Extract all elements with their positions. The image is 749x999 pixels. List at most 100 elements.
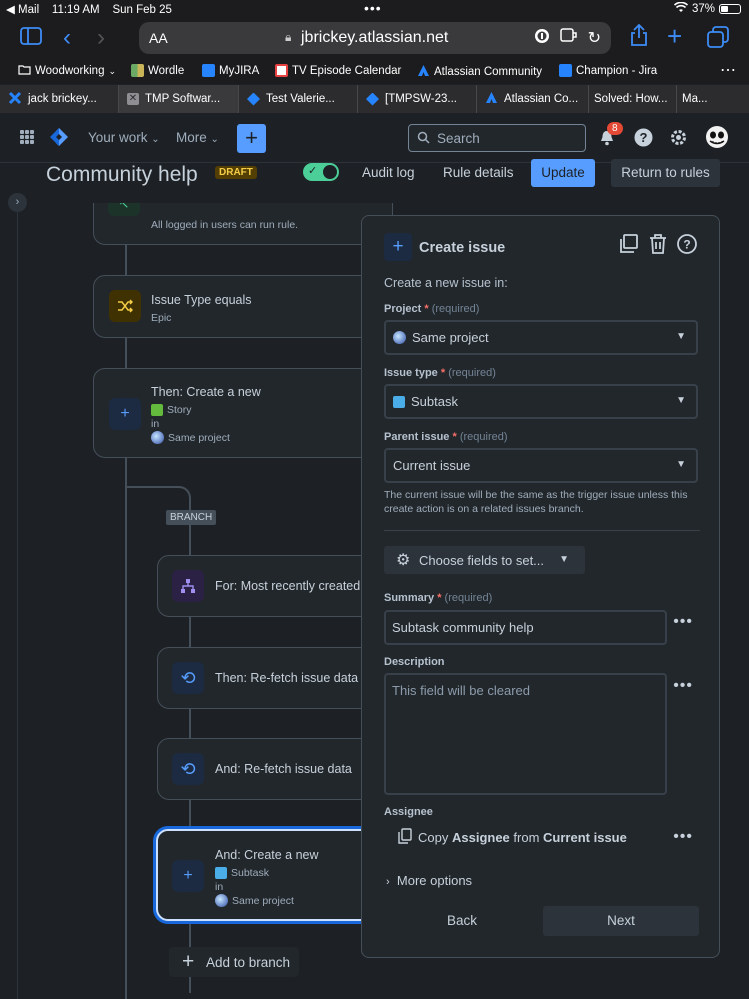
update-button[interactable]: Update	[531, 159, 595, 187]
tab-label: TMP Softwar...	[145, 93, 221, 105]
status-right: 37%	[673, 1, 741, 16]
condition-sub: Epic	[151, 312, 172, 324]
chevron-down-icon: ⌄	[151, 134, 160, 145]
bookmark-atlassian-community[interactable]: Atlassian Community	[417, 64, 542, 80]
bookmark-label: TV Episode Calendar	[292, 64, 402, 77]
settings-gear-icon[interactable]	[669, 128, 688, 152]
tab-ma[interactable]: Ma...	[677, 85, 749, 113]
search-input[interactable]: Search	[408, 124, 586, 152]
back-to-mail[interactable]: ◀ Mail	[6, 4, 39, 16]
tab-atlassian-community[interactable]: Atlassian Co...	[477, 85, 589, 113]
parent-issue-select[interactable]: Current issue ▼	[384, 448, 698, 483]
nav-more[interactable]: More ⌄	[176, 130, 219, 145]
tab-jack-brickey[interactable]: jack brickey...	[0, 85, 119, 113]
copy-word: Copy	[418, 830, 449, 845]
project-value-text: Same project	[412, 330, 489, 345]
rule-details-link[interactable]: Rule details	[443, 165, 514, 180]
tab-overview-icon[interactable]	[707, 26, 729, 54]
password-manager-icon[interactable]	[534, 28, 550, 49]
next-button[interactable]: Next	[543, 906, 699, 936]
bookmarks-more-icon[interactable]: ⋯	[720, 60, 736, 80]
avatar[interactable]	[705, 125, 729, 154]
rule-enabled-toggle[interactable]: ✓	[303, 163, 339, 181]
back-button[interactable]: Back	[384, 906, 540, 936]
atlassian-icon	[485, 91, 498, 107]
safari-toolbar: ‹ › AA 🔒︎ jbrickey.atlassian.net ↻ +	[0, 18, 749, 60]
folder-icon	[18, 64, 31, 78]
trigger-card[interactable]: ↖ All logged in users can run rule.	[93, 203, 393, 245]
new-tab-icon[interactable]: +	[667, 21, 682, 52]
extension-icon[interactable]	[559, 28, 578, 49]
create-button[interactable]: +	[237, 124, 266, 153]
app-switcher-icon[interactable]	[20, 130, 34, 144]
page-title: Community help	[46, 163, 198, 186]
project-label: Project * (required)	[384, 303, 480, 315]
add-to-branch-label: Add to branch	[206, 955, 291, 970]
assignee-copy-row[interactable]: Copy Assignee from Current issue	[398, 828, 627, 847]
bookmark-woodworking[interactable]: Woodworking ⌄	[18, 64, 116, 78]
svg-text:?: ?	[640, 130, 648, 145]
create-subtask-card[interactable]: + And: Create a new Subtask in Same proj…	[156, 829, 393, 921]
jira-logo-icon[interactable]	[49, 127, 69, 147]
expand-sidebar-chevron-icon[interactable]: ›	[8, 193, 27, 212]
summary-input[interactable]: Subtask community help	[384, 610, 667, 645]
nav-your-work[interactable]: Your work ⌄	[88, 130, 160, 145]
draft-badge: DRAFT	[215, 166, 257, 179]
refetch-card-2[interactable]: ⟲ And: Re-fetch issue data	[157, 738, 393, 800]
audit-log-link[interactable]: Audit log	[362, 165, 415, 180]
multitask-dots-icon[interactable]: •••	[364, 0, 382, 16]
close-icon[interactable]: ✕	[127, 93, 139, 105]
choose-fields-button[interactable]: ⚙ Choose fields to set... ▼	[384, 546, 585, 574]
issue-type-select[interactable]: Subtask ▼	[384, 384, 698, 419]
bookmark-myjira[interactable]: MyJIRA	[202, 64, 259, 77]
subtask-type-label: Subtask	[231, 867, 269, 879]
tab-tmpsw[interactable]: [TMPSW-23...	[358, 85, 477, 113]
project-select[interactable]: Same project ▼	[384, 320, 698, 355]
create-story-card[interactable]: + Then: Create a new Story in Same proje…	[93, 368, 393, 458]
plus-icon: +	[172, 860, 204, 892]
sidebar-toggle-icon[interactable]	[20, 27, 42, 51]
summary-value: Subtask community help	[392, 620, 534, 635]
tab-tmp-software[interactable]: ✕ TMP Softwar...	[119, 85, 239, 113]
return-to-rules-button[interactable]: Return to rules	[611, 159, 720, 187]
lock-icon: 🔒︎	[285, 30, 292, 44]
add-to-branch-button[interactable]: + Add to branch	[169, 947, 299, 977]
branch-for-card[interactable]: For: Most recently created	[157, 555, 393, 617]
description-more-icon[interactable]: •••	[673, 677, 693, 695]
more-options-toggle[interactable]: › More options	[386, 873, 472, 888]
branch-for-title: For: Most recently created	[215, 579, 361, 593]
duplicate-icon[interactable]	[619, 234, 639, 259]
search-placeholder: Search	[437, 131, 480, 146]
action-type-label: Story	[167, 404, 192, 416]
assignee-more-icon[interactable]: •••	[673, 828, 693, 846]
refetch-card-1[interactable]: ⟲ Then: Re-fetch issue data	[157, 647, 393, 709]
tab-test-valerie[interactable]: Test Valerie...	[239, 85, 358, 113]
forward-nav-icon[interactable]: ›	[97, 24, 105, 52]
help-icon[interactable]: ?	[677, 234, 697, 259]
chevron-down-icon: ▼	[676, 331, 686, 342]
required-text: (required)	[431, 303, 480, 315]
plus-icon: +	[384, 233, 412, 261]
condition-card[interactable]: Issue Type equals Epic	[93, 275, 393, 338]
jira-icon	[366, 92, 379, 106]
bookmark-label: MyJIRA	[219, 64, 260, 77]
svg-text:?: ?	[683, 238, 690, 252]
required-text: (required)	[459, 431, 508, 443]
bookmark-tv-episode-calendar[interactable]: TV Episode Calendar	[275, 64, 401, 77]
trash-icon[interactable]	[649, 234, 667, 259]
help-icon[interactable]: ?	[634, 128, 653, 152]
tab-solved-how[interactable]: Solved: How...	[589, 85, 677, 113]
summary-more-icon[interactable]: •••	[673, 613, 693, 631]
bookmark-wordle[interactable]: Wordle	[131, 64, 184, 77]
sidebar-edge	[17, 212, 18, 999]
address-bar[interactable]: AA 🔒︎ jbrickey.atlassian.net ↻	[139, 22, 611, 54]
reader-aa-button[interactable]: AA	[149, 30, 168, 46]
chevron-down-icon: ⌄	[108, 65, 117, 76]
description-textarea[interactable]: This field will be cleared	[384, 673, 667, 795]
reload-icon[interactable]: ↻	[588, 28, 601, 49]
url-text[interactable]: jbrickey.atlassian.net	[301, 29, 448, 47]
parent-issue-label: Parent issue * (required)	[384, 431, 508, 443]
share-icon[interactable]	[630, 23, 648, 52]
back-nav-icon[interactable]: ‹	[63, 24, 71, 52]
bookmark-champion-jira[interactable]: Champion - Jira	[559, 64, 657, 77]
